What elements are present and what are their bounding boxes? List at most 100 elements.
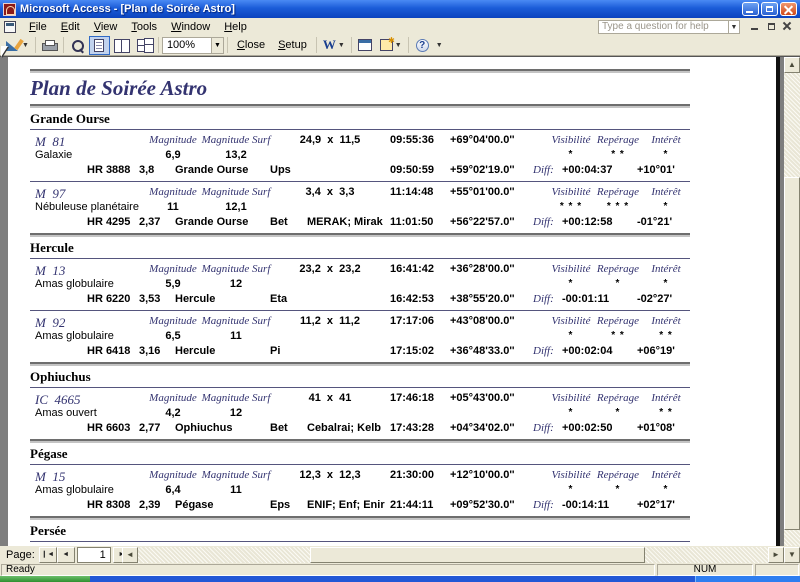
diff-angle: +10°01' — [637, 164, 675, 176]
star-magnitude: 2,37 — [139, 216, 161, 228]
previous-page-button[interactable]: ◄ — [56, 547, 75, 563]
toolbar-separator — [407, 37, 409, 53]
star-magnitude: 3,53 — [139, 293, 161, 305]
magnitude-surf-value: 13,2 — [225, 149, 247, 161]
toolbar-separator — [350, 37, 352, 53]
two-pages-button[interactable] — [111, 36, 133, 55]
transit-time: 11:14:48 — [390, 186, 434, 198]
horizontal-scrollbar[interactable]: ◄ ► — [122, 547, 784, 563]
object-type: Amas globulaire — [35, 278, 114, 290]
report-entry: M 97 Magnitude Magnitude Surf 3,4 x 3,3 … — [8, 185, 776, 230]
toolbar-options-icon[interactable]: ▼ — [436, 42, 443, 49]
declination: +05°43'00.0'' — [450, 392, 515, 404]
page-navigation-bar: Page: ❙◄ ◄ 1 ► ►❙ ◄ ► ▼ — [0, 546, 800, 564]
star-magnitude: 2,39 — [139, 499, 161, 511]
office-links-button[interactable]: W ▼ — [320, 36, 348, 55]
report-content: Plan de Soirée Astro Grande Ourse M 81 M… — [8, 57, 776, 546]
magnitude-surf-label: Magnitude Surf — [201, 315, 271, 327]
design-view-icon — [6, 39, 20, 51]
help-question-box[interactable]: Type a question for help ▼ — [598, 19, 740, 34]
star-time: 16:42:53 — [390, 293, 435, 305]
star-magnitude: 3,8 — [139, 164, 155, 176]
restore-icon — [766, 6, 773, 12]
diff-label: Diff: — [533, 345, 554, 357]
restore-button[interactable] — [761, 2, 778, 16]
divider — [30, 516, 690, 520]
minimize-icon — [746, 11, 753, 13]
print-preview-toolbar: ▼ 100% ▼ Close Setup W▼ ▼ ? ▼ — [0, 35, 800, 56]
star-time: 11:01:50 — [390, 216, 434, 228]
title-bar: Microsoft Access - [Plan de Soirée Astro… — [0, 0, 800, 18]
help-icon: ? — [415, 38, 429, 52]
chevron-down-icon[interactable]: ▼ — [338, 42, 345, 49]
chevron-down-icon[interactable]: ▼ — [728, 20, 739, 33]
transit-time: 16:41:42 — [390, 263, 435, 275]
menu-tools[interactable]: Tools — [124, 20, 164, 34]
object-type: Galaxie — [35, 149, 73, 161]
scroll-left-icon[interactable]: ◄ — [122, 547, 138, 563]
page-number-input[interactable]: 1 — [76, 547, 111, 563]
vertical-scrollbar[interactable]: ▲ — [784, 57, 800, 546]
divider — [30, 181, 690, 182]
setup-button[interactable]: Setup — [272, 36, 313, 55]
num-lock-indicator: NUM — [657, 564, 753, 576]
declination: +69°04'00.0'' — [450, 134, 515, 146]
one-page-icon — [94, 38, 105, 52]
zoom-tool-button[interactable] — [67, 36, 88, 55]
status-bar: Ready NUM — [0, 564, 800, 576]
first-page-button[interactable]: ❙◄ — [38, 547, 57, 563]
scroll-up-icon[interactable]: ▲ — [784, 57, 800, 73]
menu-help[interactable]: Help — [217, 20, 254, 34]
scroll-down-icon[interactable]: ▼ — [784, 547, 800, 563]
word-icon: W — [322, 37, 336, 52]
print-preview-workspace: Plan de Soirée Astro Grande Ourse M 81 M… — [0, 56, 800, 546]
interest-rating: * * — [659, 330, 673, 341]
chevron-down-icon[interactable]: ▼ — [22, 42, 29, 49]
menu-edit[interactable]: Edit — [54, 20, 87, 34]
database-window-button[interactable] — [355, 36, 376, 55]
constellation: Grande Ourse — [175, 216, 249, 228]
minimize-button[interactable] — [742, 2, 759, 16]
report-entry: IC 4665 Magnitude Magnitude Surf 41 x 41… — [8, 391, 776, 436]
magnitude-value: 6,4 — [165, 484, 181, 496]
interest-label: Intérêt — [651, 392, 681, 404]
divider — [30, 387, 690, 388]
help-button[interactable]: ? — [412, 36, 433, 55]
menu-window[interactable]: Window — [164, 20, 217, 34]
star-magnitude: 2,77 — [139, 422, 161, 434]
chevron-down-icon[interactable]: ▼ — [395, 42, 402, 49]
toolbar-separator — [226, 37, 228, 53]
multiple-pages-button[interactable] — [134, 36, 155, 55]
divider — [30, 69, 690, 73]
print-button[interactable] — [39, 36, 60, 55]
divider — [30, 541, 690, 542]
scroll-right-icon[interactable]: ► — [768, 547, 784, 563]
declination: +36°28'00.0'' — [450, 263, 515, 275]
constellation: Grande Ourse — [175, 164, 249, 176]
menu-file[interactable]: File — [22, 20, 54, 34]
chevron-down-icon[interactable]: ▼ — [210, 37, 223, 53]
start-button-edge[interactable] — [0, 576, 90, 582]
report-entry: M 15 Magnitude Magnitude Surf 12,3 x 12,… — [8, 468, 776, 513]
magnitude-surf-value: 11 — [230, 484, 242, 496]
new-object-button[interactable]: ▼ — [377, 36, 405, 55]
child-close-button[interactable] — [780, 20, 795, 33]
object-size: 12,3 x 12,3 — [299, 469, 361, 481]
zoom-combobox[interactable]: 100% ▼ — [161, 36, 224, 54]
child-restore-button[interactable] — [764, 20, 779, 33]
object-type: Amas ouvert — [35, 407, 97, 419]
close-button[interactable] — [780, 2, 797, 16]
one-page-button[interactable] — [88, 35, 110, 55]
diff-angle: +01°08' — [637, 422, 675, 434]
report-page[interactable]: Plan de Soirée Astro Grande Ourse M 81 M… — [8, 57, 780, 546]
menu-view[interactable]: View — [87, 20, 125, 34]
magnitude-surf-value: 12 — [229, 407, 243, 419]
minimize-icon — [751, 28, 758, 30]
vertical-scrollbar-thumb[interactable] — [784, 177, 800, 530]
declination: +43°08'00.0'' — [450, 315, 515, 327]
child-minimize-button[interactable] — [748, 20, 763, 33]
horizontal-scrollbar-thumb[interactable] — [310, 547, 645, 563]
object-size: 24,9 x 11,5 — [299, 134, 361, 146]
diff-label: Diff: — [533, 216, 554, 228]
close-preview-button[interactable]: Close — [231, 36, 271, 55]
